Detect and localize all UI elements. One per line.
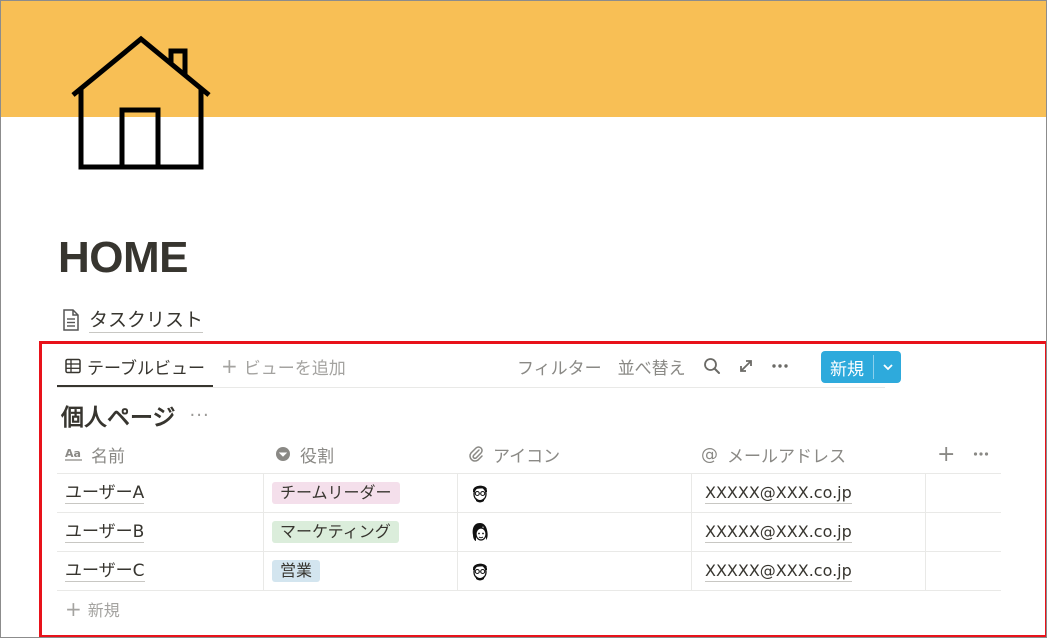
house-icon[interactable] [67,33,217,173]
page-frame: HOME タスクリスト テーブルビュー + ビューを追加 フィルター 並べ替え … [0,0,1047,638]
subpage-link[interactable]: タスクリスト [61,306,204,334]
highlight-box [39,341,1046,637]
document-icon [63,309,79,331]
subpage-label: タスクリスト [89,308,204,333]
page-title[interactable]: HOME [58,233,189,283]
